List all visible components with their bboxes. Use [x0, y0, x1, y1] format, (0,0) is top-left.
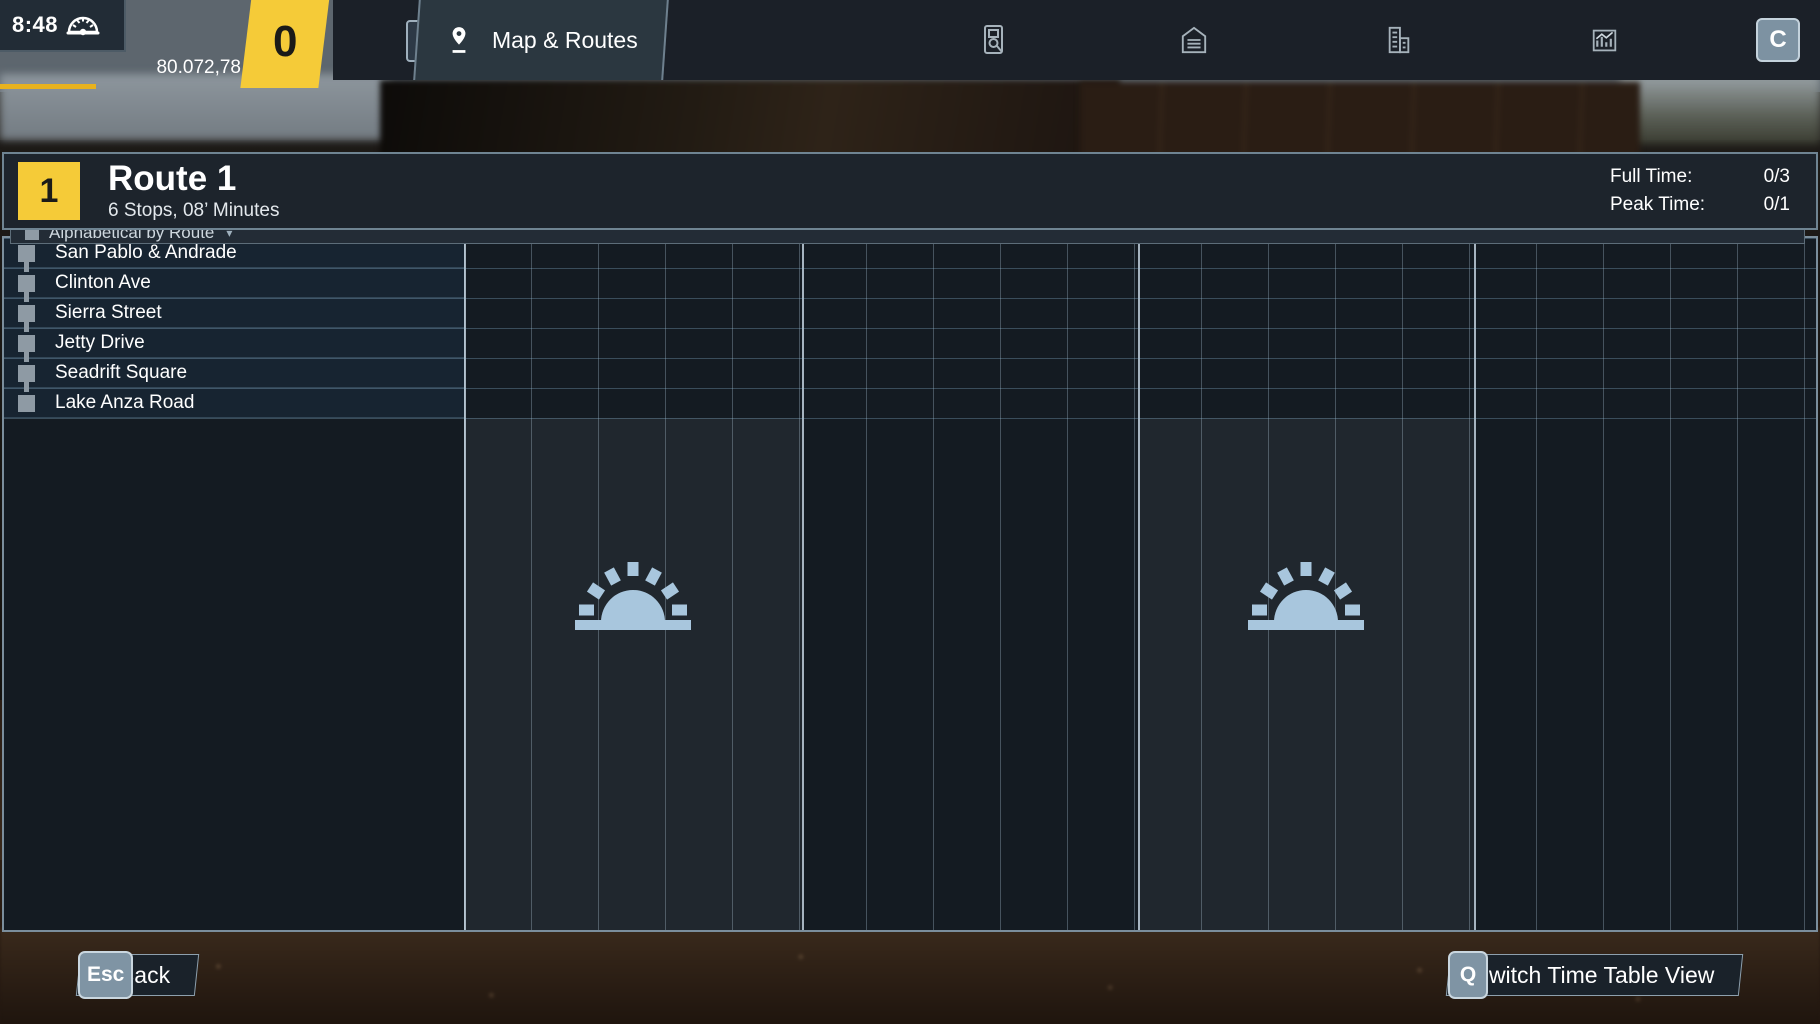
- grid-time-line: [933, 238, 934, 930]
- stop-row[interactable]: Lake Anza Road: [4, 388, 464, 418]
- switch-timetable-view-button[interactable]: witch Time Table View Q: [1448, 954, 1741, 996]
- statistics-chart-icon: [1589, 24, 1619, 56]
- q-key-label: Q: [1460, 963, 1476, 987]
- stop-connector: [24, 352, 29, 362]
- grid-band-boundary: [1138, 238, 1140, 930]
- clock-pod[interactable]: 8:48: [0, 0, 126, 52]
- stop-name: Lake Anza Road: [55, 392, 194, 414]
- tab-buildings[interactable]: [1358, 0, 1458, 80]
- stop-marker-icon: [18, 275, 35, 292]
- stop-name: Sierra Street: [55, 302, 162, 324]
- grid-time-line: [1670, 238, 1671, 930]
- route-stats: Full Time: 0/3 Peak Time: 0/1: [1610, 163, 1790, 218]
- timetable-panel[interactable]: San Pablo & Andrade Clinton Ave Sierra Str…: [2, 236, 1818, 932]
- top-hud-bar: 8:48 80.072,78 ₵ 0 X: [0, 0, 1820, 84]
- q-keycap[interactable]: Q: [1448, 951, 1488, 999]
- clock-time: 8:48: [12, 12, 58, 38]
- stat-value: 0/1: [1742, 191, 1790, 219]
- esc-keycap[interactable]: Esc: [78, 951, 133, 999]
- route-subtitle: 6 Stops, 08’ Minutes: [108, 200, 279, 222]
- stop-marker-icon: [18, 395, 35, 412]
- footer-hint-bar: Back Esc witch Time Table View Q: [0, 932, 1820, 1024]
- tab-strip: X Map & Routes: [333, 0, 1820, 80]
- sunrise-icon: [1242, 558, 1370, 640]
- sunrise-icon: [569, 558, 697, 640]
- tab-depot[interactable]: [1153, 0, 1253, 80]
- money-progress-bar: [0, 84, 96, 89]
- game-screen: 8:48 80.072,78 ₵ 0 X: [0, 0, 1820, 1024]
- money-display: 80.072,78 ₵: [0, 52, 280, 84]
- switch-plate[interactable]: witch Time Table View: [1446, 954, 1744, 996]
- ticket-machine-icon: [979, 24, 1009, 56]
- tab-statistics[interactable]: [1563, 0, 1663, 80]
- stop-marker-icon: [18, 245, 35, 262]
- stop-marker-icon: [18, 305, 35, 322]
- grid-band-boundary: [464, 238, 466, 930]
- route-number: 1: [40, 172, 59, 211]
- stop-marker-icon: [18, 365, 35, 382]
- map-pin-icon: [444, 24, 474, 56]
- background-sky-right: [1620, 74, 1820, 144]
- service-band: [1138, 418, 1474, 930]
- stat-label: Full Time:: [1610, 163, 1728, 191]
- grid-time-line: [1536, 238, 1537, 930]
- page-title: Route 1: [108, 161, 279, 196]
- stat-full-time: Full Time: 0/3: [1610, 163, 1790, 191]
- city-hint-key[interactable]: C: [1756, 18, 1800, 62]
- buildings-icon: [1384, 24, 1414, 56]
- grid-band-boundary: [802, 238, 804, 930]
- route-number-badge: 1: [18, 162, 80, 220]
- stat-value: 0/3: [1742, 163, 1790, 191]
- depot-icon: [1179, 24, 1209, 56]
- rating-value: 0: [273, 17, 297, 67]
- route-header-panel: 1 Route 1 6 Stops, 08’ Minutes Full Time…: [2, 152, 1818, 230]
- tab-vehicles[interactable]: [953, 0, 1053, 80]
- grid-time-line: [866, 238, 867, 930]
- grid-band-boundary: [1474, 238, 1476, 930]
- stop-connector: [24, 292, 29, 302]
- stop-list[interactable]: San Pablo & Andrade Clinton Ave Sierra Str…: [4, 238, 464, 418]
- tab-map-and-routes[interactable]: Map & Routes: [413, 0, 668, 80]
- rating-badge[interactable]: 0: [240, 0, 329, 88]
- switch-label: witch Time Table View: [1489, 962, 1714, 989]
- grid-time-line: [1067, 238, 1068, 930]
- back-button[interactable]: Back Esc: [78, 954, 197, 996]
- grid-time-line: [1603, 238, 1604, 930]
- speed-dial-icon: [66, 8, 100, 42]
- tab-label: Map & Routes: [492, 27, 638, 54]
- stop-name: Jetty Drive: [55, 332, 145, 354]
- stop-row[interactable]: Clinton Ave: [4, 268, 464, 298]
- stop-connector: [24, 322, 29, 332]
- stop-name: San Pablo & Andrade: [55, 242, 237, 264]
- stop-name: Clinton Ave: [55, 272, 151, 294]
- grid-time-line: [1737, 238, 1738, 930]
- grid-time-line: [1000, 238, 1001, 930]
- stop-name: Seadrift Square: [55, 362, 187, 384]
- grid-time-line: [1134, 238, 1135, 930]
- grid-row-line: [4, 418, 1816, 419]
- stat-peak-time: Peak Time: 0/1: [1610, 191, 1790, 219]
- route-text-block: Route 1 6 Stops, 08’ Minutes: [108, 161, 279, 222]
- esc-key-label: Esc: [87, 963, 124, 987]
- stat-label: Peak Time:: [1610, 191, 1728, 219]
- stop-row[interactable]: Jetty Drive: [4, 328, 464, 358]
- service-band: [464, 418, 802, 930]
- stop-row[interactable]: Seadrift Square: [4, 358, 464, 388]
- stop-row[interactable]: Sierra Street: [4, 298, 464, 328]
- grid-time-line: [1804, 238, 1805, 930]
- stop-connector: [24, 382, 29, 392]
- hint-key-label: C: [1769, 26, 1786, 54]
- stop-connector: [24, 262, 29, 272]
- stop-marker-icon: [18, 335, 35, 352]
